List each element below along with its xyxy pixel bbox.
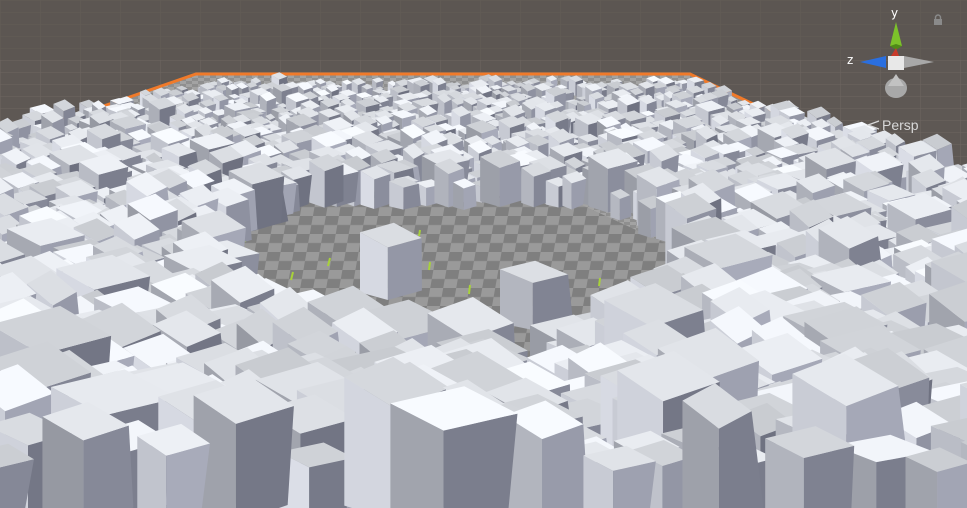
scene-render[interactable] bbox=[0, 0, 967, 508]
rock bbox=[360, 222, 422, 300]
projection-toggle[interactable]: Persp bbox=[866, 117, 919, 133]
perspective-icon bbox=[866, 120, 880, 130]
rock bbox=[905, 447, 967, 508]
lock-icon[interactable] bbox=[932, 14, 944, 26]
scene-viewport[interactable]: y z Persp bbox=[0, 0, 967, 508]
rock bbox=[137, 423, 211, 508]
axis-label-y: y bbox=[891, 6, 899, 20]
rock bbox=[390, 386, 518, 508]
projection-label: Persp bbox=[882, 117, 919, 133]
rock bbox=[309, 153, 344, 208]
rock bbox=[562, 171, 587, 210]
axis-label-z: z bbox=[847, 53, 854, 67]
rock bbox=[360, 165, 391, 209]
